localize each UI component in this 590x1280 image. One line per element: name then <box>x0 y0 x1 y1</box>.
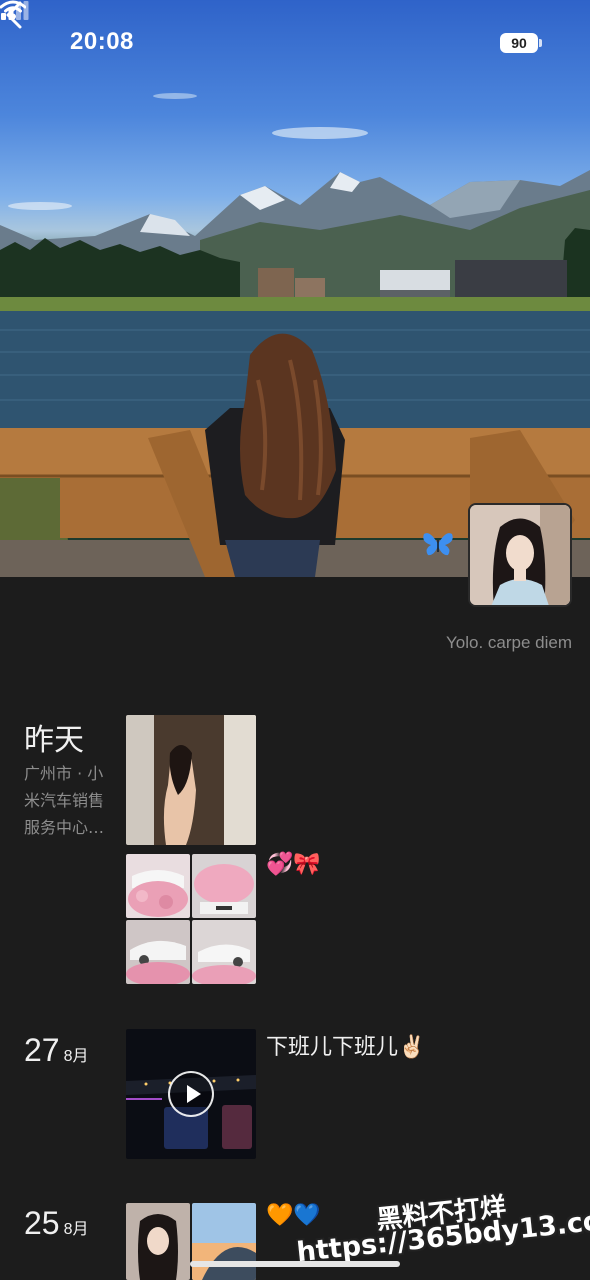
date-day: 27 <box>24 1032 60 1068</box>
post-thumbnail[interactable] <box>126 715 256 845</box>
post-caption: 下班儿下班儿✌🏻 <box>266 1035 426 1060</box>
post-thumbnail[interactable] <box>126 1203 190 1280</box>
video-thumbnail[interactable] <box>126 1029 256 1159</box>
post-thumbnail[interactable] <box>126 854 190 918</box>
status-bar: 20:08 90 <box>0 0 590 88</box>
battery-indicator: 90 <box>500 33 538 53</box>
chevron-left-icon <box>6 1 22 29</box>
post-thumbnail[interactable] <box>192 854 256 918</box>
avatar-image <box>470 505 570 605</box>
date-yesterday: 昨天 <box>24 723 84 758</box>
profile-signature: Yolo. carpe diem <box>445 633 572 652</box>
post-caption: 🧡💙 <box>266 1203 321 1228</box>
photo-portrait <box>126 1203 190 1280</box>
battery-tip <box>539 39 542 47</box>
date-month: 8月 <box>63 1221 89 1238</box>
cover-photo[interactable]: 20:08 90 <box>0 0 590 577</box>
date-aug-27: 27 8月 <box>24 1032 89 1069</box>
butterfly-icon <box>423 533 453 556</box>
photo-car-flowers <box>192 920 256 984</box>
photo-car-flowers <box>192 854 256 918</box>
home-indicator <box>190 1261 400 1267</box>
status-time: 20:08 <box>70 28 134 55</box>
avatar[interactable] <box>468 503 572 607</box>
post-caption: 💞🎀 <box>266 852 321 877</box>
photo-sky <box>192 1203 256 1280</box>
photo-car-flowers <box>126 920 190 984</box>
post-thumbnail[interactable] <box>192 1203 256 1280</box>
post-location[interactable]: 广州市 · 小米汽车销售服务中心… <box>24 760 116 841</box>
back-button[interactable] <box>0 0 30 30</box>
date-day: 25 <box>24 1205 60 1241</box>
date-aug-25: 25 8月 <box>24 1205 89 1242</box>
photo-selfie <box>126 715 256 845</box>
post-thumbnail[interactable] <box>192 920 256 984</box>
post-thumbnail[interactable] <box>126 920 190 984</box>
photo-car-flowers <box>126 854 190 918</box>
play-button[interactable] <box>168 1071 214 1117</box>
date-month: 8月 <box>63 1048 89 1065</box>
